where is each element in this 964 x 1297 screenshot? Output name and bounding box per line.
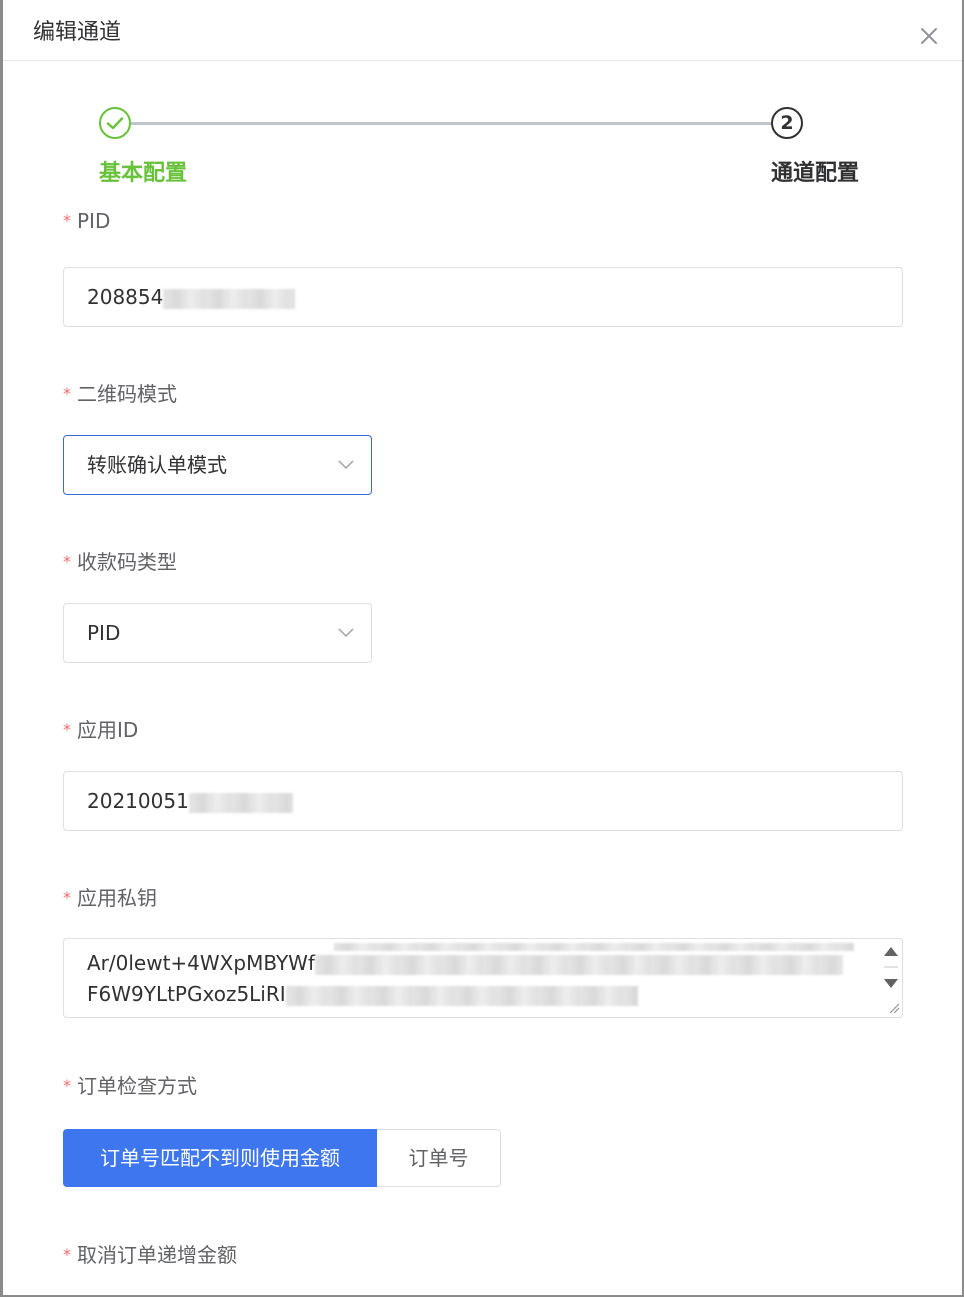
order-check-label: * 订单检查方式	[63, 1070, 197, 1099]
required-mark: *	[63, 211, 71, 230]
redacted-blur	[188, 792, 293, 813]
required-mark: *	[63, 552, 71, 571]
private-key-textarea[interactable]: Ar/0lewt+4WXpMBYWf F6W9YLtPGxoz5LiRI	[63, 938, 903, 1018]
receipt-type-label: * 收款码类型	[63, 546, 177, 575]
redacted-blur	[163, 288, 296, 309]
private-key-line-1: Ar/0lewt+4WXpMBYWf	[87, 951, 843, 975]
receipt-type-value: PID	[87, 621, 121, 645]
pid-value: 208854	[87, 285, 164, 309]
pid-label: * PID	[63, 209, 110, 233]
qr-mode-select[interactable]: 转账确认单模式	[63, 435, 372, 495]
steps-connector-line	[131, 122, 773, 125]
redacted-blur	[334, 942, 854, 951]
required-mark: *	[63, 1076, 71, 1095]
redacted-blur	[315, 954, 843, 975]
app-id-label: * 应用ID	[63, 714, 138, 743]
required-mark: *	[63, 1245, 71, 1264]
receipt-type-label-text: 收款码类型	[77, 550, 177, 574]
private-key-line-2-text: F6W9YLtPGxoz5LiRI	[87, 982, 286, 1006]
app-id-input[interactable]: 20210051	[63, 771, 903, 831]
private-key-label-text: 应用私钥	[77, 886, 157, 910]
receipt-type-select[interactable]: PID	[63, 603, 372, 663]
private-key-label: * 应用私钥	[63, 882, 157, 911]
step-1-title: 基本配置	[99, 161, 188, 186]
app-id-label-text: 应用ID	[77, 718, 139, 742]
scroll-down-icon	[884, 979, 898, 988]
pid-label-text: PID	[77, 209, 111, 233]
required-mark: *	[63, 384, 71, 403]
required-mark: *	[63, 720, 71, 739]
step-1-check-icon	[99, 107, 131, 139]
cancel-increment-label-text: 取消订单递增金额	[77, 1243, 237, 1267]
cancel-increment-label: * 取消订单递增金额	[63, 1239, 237, 1268]
clipped-text-line	[334, 939, 854, 951]
private-key-line-1-text: Ar/0lewt+4WXpMBYWf	[87, 951, 315, 975]
redacted-blur	[285, 985, 638, 1006]
private-key-line-2: F6W9YLtPGxoz5LiRI	[87, 982, 638, 1006]
order-check-option-amount-fallback[interactable]: 订单号匹配不到则使用金额	[63, 1129, 377, 1187]
step-2-title: 通道配置	[771, 161, 860, 186]
dialog-title: 编辑通道	[33, 20, 122, 45]
edit-channel-dialog: 编辑通道 基本配置 2 通道配置 * PID 208854 * 二维码模式 转账确认…	[3, 0, 962, 1295]
order-check-option-order-number[interactable]: 订单号	[377, 1129, 501, 1187]
qr-mode-label: * 二维码模式	[63, 378, 177, 407]
chevron-down-icon	[338, 460, 354, 470]
qr-mode-label-text: 二维码模式	[77, 382, 177, 406]
pid-input[interactable]: 208854	[63, 267, 903, 327]
required-mark: *	[63, 888, 71, 907]
order-check-label-text: 订单检查方式	[77, 1074, 197, 1098]
scroll-up-icon	[884, 947, 898, 956]
step-2-number: 2	[771, 107, 803, 139]
resize-handle-icon	[889, 1003, 900, 1014]
textarea-scrollbar[interactable]	[880, 939, 902, 1017]
chevron-down-icon	[338, 628, 354, 638]
close-icon[interactable]	[917, 24, 941, 48]
dialog-header: 编辑通道	[3, 0, 962, 61]
qr-mode-value: 转账确认单模式	[87, 453, 227, 477]
app-id-value: 20210051	[87, 789, 189, 813]
